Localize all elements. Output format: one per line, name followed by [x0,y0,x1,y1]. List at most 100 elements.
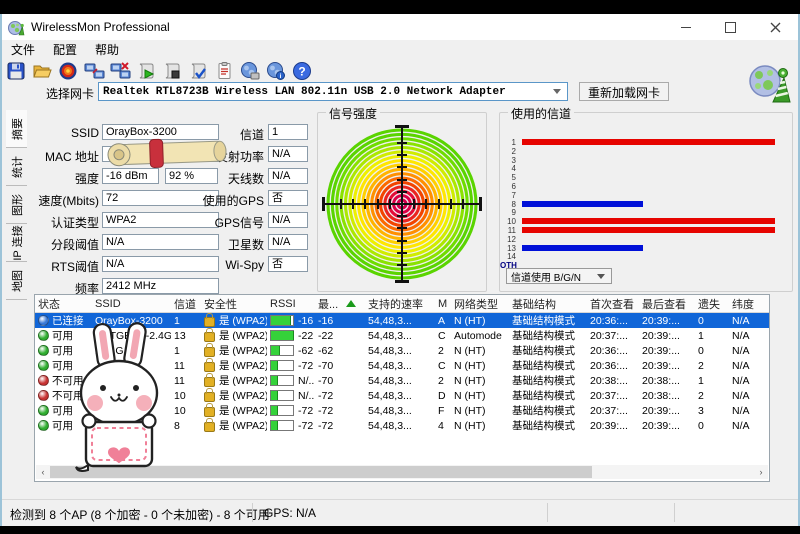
menu-configure[interactable]: 配置 [44,41,86,58]
web-export-icon [240,61,260,81]
cell-rates: 54,48,3... [365,420,435,432]
channel-row-6: 6 [500,182,786,191]
column-header-4[interactable]: RSSI [267,298,315,310]
column-header-11[interactable]: 最后查看 [639,296,695,312]
column-header-7[interactable]: M [435,298,451,310]
cell-text: 1 [174,315,180,327]
close-button[interactable] [753,14,798,40]
table-row-0[interactable]: 已连接OrayBox-32001是 (WPA2)-16-1654,48,3...… [35,313,769,328]
column-header-13[interactable]: 纬度 [729,296,764,312]
cell-text: 是 (WPA2) [219,358,267,373]
cell-latitude: N/A [729,405,764,417]
cell-text: 20:37:... [590,405,628,417]
cell-status: 已连接 [35,313,92,328]
field-value-left-7: 2412 MHz [102,278,219,294]
select-adapter-button[interactable] [81,59,107,82]
open-button[interactable] [29,59,55,82]
cell-text: A [438,315,445,327]
stop-logging-button[interactable] [159,59,185,82]
cell-text: 20:39:... [642,330,680,342]
channel-row-13: 13 [500,244,786,253]
verify-report-button[interactable] [185,59,211,82]
scroll-track[interactable] [50,465,754,479]
minimize-button[interactable] [663,14,708,40]
cell-rates: 54,48,3... [365,330,435,342]
cell-text: 1 [698,330,704,342]
cell-text: 2 [698,390,704,402]
cell-text: 不可用 [52,388,84,403]
table-row-4[interactable]: 不可用11是 (WPA2)N/...-7054,48,3...2N (HT)基础… [35,373,769,388]
reload-adapter-button[interactable]: 重新加载网卡 [579,82,669,101]
field-label-left-4: 认证类型 [6,214,99,231]
web-info-button[interactable]: i [263,59,289,82]
column-header-5[interactable]: 最... [315,296,365,312]
field-value-right-4: N/A [268,212,308,228]
disconnect-adapter-button[interactable] [107,59,133,82]
cell-security: 是 (WPA2) [201,313,267,328]
column-header-12[interactable]: 遗失 [695,296,729,312]
cell-max: -70 [315,375,365,387]
cell-security: 是 (WPA2) [201,343,267,358]
field-label-left-6: RTS阈值 [6,258,99,275]
cell-max: -70 [315,360,365,372]
cell-text: -16 [298,315,313,327]
help-button[interactable]: ? [289,59,315,82]
column-header-9[interactable]: 基础结构 [509,296,587,312]
table-row-1[interactable]: 可用NETGEAR-2.4G13是 (WPA2)-22-2254,48,3...… [35,328,769,343]
menu-file[interactable]: 文件 [2,41,44,58]
channel-bar [522,227,775,233]
cell-text: 2 [438,345,444,357]
log-notes-button[interactable] [211,59,237,82]
cell-rates: 54,48,3... [365,405,435,417]
table-row-5[interactable]: 不可用10是 (WPA2)N/...-7254,48,3...DN (HT)基础… [35,388,769,403]
cell-text: N (HT) [454,390,486,402]
channel-usage-select[interactable]: 信道使用 B/G/N [506,268,612,284]
app-logo-icon [8,19,25,36]
channel-label: 12 [500,235,516,244]
channel-label: 13 [500,244,516,253]
cell-text: 20:36:... [590,360,628,372]
window-title: WirelessMon Professional [31,20,170,34]
column-header-3[interactable]: 安全性 [201,296,267,312]
cell-text: -70 [318,360,333,372]
start-logging-button[interactable] [133,59,159,82]
lock-icon [204,347,215,357]
column-header-10[interactable]: 首次查看 [587,296,639,312]
open-folder-icon [32,61,52,81]
cell-rssi: -72 [267,360,315,372]
table-row-7[interactable]: 可用8是 (WPA2)-72-7254,48,3...4N (HT)基础结构模式… [35,418,769,433]
scroll-right-arrow[interactable]: › [754,465,768,479]
field-label-right-5: 卫星数 [182,236,264,253]
cell-rates: 54,48,3... [365,315,435,327]
column-header-1[interactable]: SSID [92,298,171,310]
cell-net_type: Automode [451,330,509,342]
cell-latitude: N/A [729,390,764,402]
channel-label: 10 [500,217,516,226]
cell-text: 54,48,3... [368,420,412,432]
column-header-2[interactable]: 信道 [171,296,201,312]
record-button[interactable] [55,59,81,82]
save-button[interactable] [3,59,29,82]
column-header-label: 安全性 [204,296,237,312]
maximize-button[interactable] [708,14,753,40]
column-header-8[interactable]: 网络类型 [451,296,509,312]
scroll-thumb[interactable] [50,466,592,478]
horizontal-scrollbar[interactable]: ‹ › [36,465,768,479]
table-row-2[interactable]: 可用ng...G1是 (WPA2)-62-6254,48,3...2N (HT)… [35,343,769,358]
scroll-left-arrow[interactable]: ‹ [36,465,50,479]
rssi-bar-fill [271,331,294,340]
network-disconnect-icon [110,61,131,81]
network-adapters-icon [84,61,105,81]
adapter-select[interactable]: Realtek RTL8723B Wireless LAN 802.11n US… [98,82,568,101]
cell-last_seen: 20:39:... [639,330,695,342]
field-value-right-3: 否 [268,190,308,206]
table-row-6[interactable]: 可用10是 (WPA2)-72-7254,48,3...FN (HT)基础结构模… [35,403,769,418]
menu-help[interactable]: 帮助 [86,41,128,58]
table-row-3[interactable]: 可用...11是 (WPA2)-72-7054,48,3...CN (HT)基础… [35,358,769,373]
rssi-bar-fill [271,316,291,325]
svg-text:?: ? [298,64,305,78]
web-export-button[interactable] [237,59,263,82]
column-header-0[interactable]: 状态 [35,296,92,312]
column-header-6[interactable]: 支持的速率 [365,296,435,312]
lock-icon [204,377,215,387]
